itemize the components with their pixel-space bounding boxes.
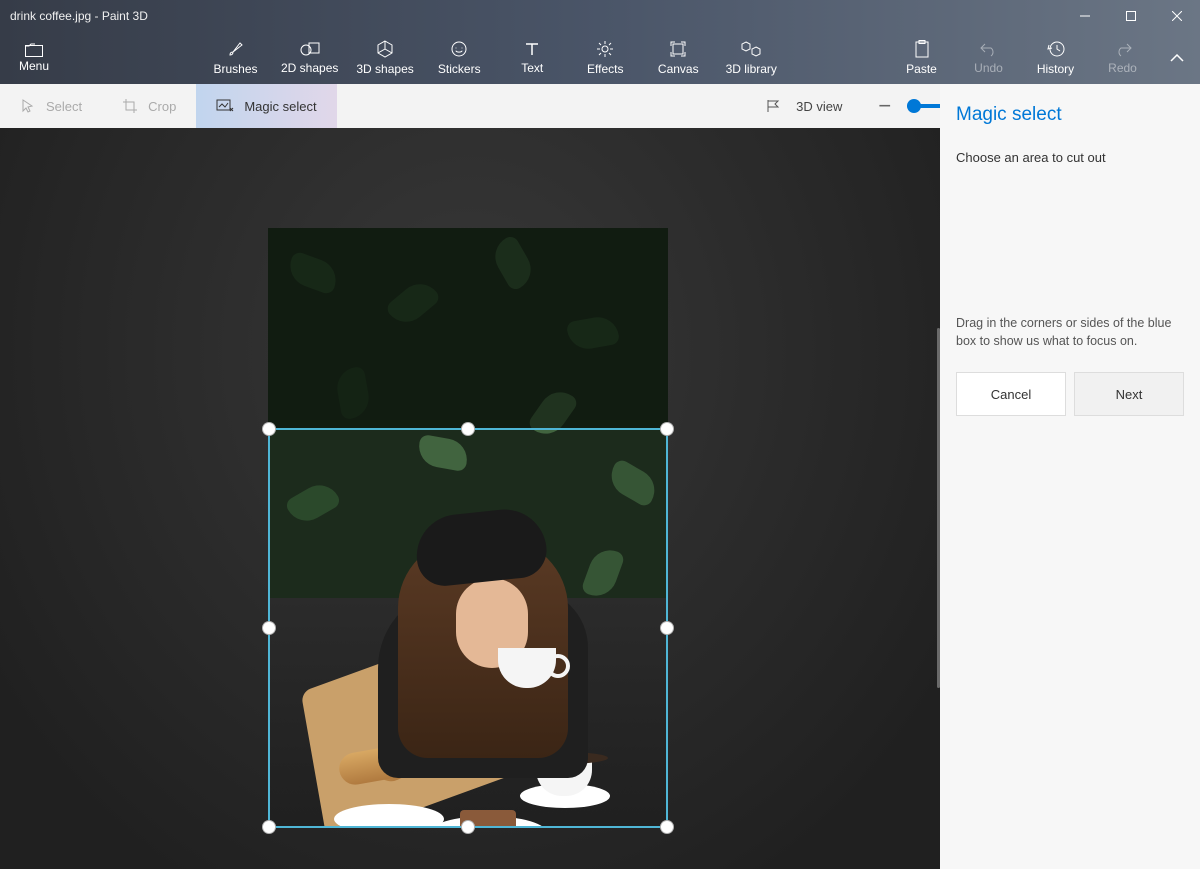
effects-icon: [596, 40, 614, 58]
panel-subtitle: Choose an area to cut out: [956, 150, 1184, 165]
select-label: Select: [46, 99, 82, 114]
paste-icon: [914, 40, 930, 58]
next-button[interactable]: Next: [1074, 372, 1184, 416]
workspace[interactable]: [0, 128, 940, 869]
maximize-button[interactable]: [1108, 0, 1154, 32]
text-label: Text: [521, 61, 543, 75]
resize-handle-top-center[interactable]: [461, 422, 475, 436]
library3d-tab[interactable]: 3D library: [724, 32, 779, 84]
redo-label: Redo: [1108, 61, 1137, 75]
panel-help-text: Drag in the corners or sides of the blue…: [956, 315, 1184, 350]
history-label: History: [1037, 62, 1074, 76]
canvas-tab[interactable]: Canvas: [651, 32, 706, 84]
brushes-tab[interactable]: Brushes: [208, 32, 263, 84]
zoom-out-button[interactable]: −: [878, 93, 891, 119]
cursor-icon: [20, 98, 36, 114]
ribbon-actions: Paste Undo History Redo: [894, 32, 1200, 84]
sticker-icon: [450, 40, 468, 58]
shapes2d-label: 2D shapes: [281, 61, 338, 75]
magic-select-icon: [216, 99, 234, 113]
stickers-label: Stickers: [438, 62, 481, 76]
resize-handle-top-left[interactable]: [262, 422, 276, 436]
window-controls: [1062, 0, 1200, 32]
shapes2d-icon: [300, 41, 320, 57]
folder-icon: [25, 43, 43, 57]
unselected-dim-overlay: [268, 228, 668, 428]
canvas-icon: [669, 40, 687, 58]
redo-icon: [1114, 41, 1132, 57]
library3d-label: 3D library: [726, 62, 777, 76]
undo-button[interactable]: Undo: [961, 32, 1016, 84]
ribbon-tools: Brushes 2D shapes 3D shapes Stickers Tex…: [208, 32, 894, 84]
chevron-up-icon: [1170, 54, 1184, 62]
text-tab[interactable]: Text: [505, 32, 560, 84]
undo-icon: [980, 41, 998, 57]
resize-handle-middle-right[interactable]: [660, 621, 674, 635]
menu-button[interactable]: Menu: [0, 32, 68, 84]
magic-select-label: Magic select: [244, 99, 316, 114]
3d-view-label: 3D view: [796, 99, 842, 114]
panel-actions: Cancel Next: [956, 372, 1184, 416]
menu-label: Menu: [19, 59, 49, 73]
shapes3d-label: 3D shapes: [356, 62, 413, 76]
crop-tool[interactable]: Crop: [102, 84, 196, 128]
close-button[interactable]: [1154, 0, 1200, 32]
effects-label: Effects: [587, 62, 623, 76]
ribbon: Menu Brushes 2D shapes 3D shapes Sticker…: [0, 32, 1200, 84]
resize-handle-bottom-left[interactable]: [262, 820, 276, 834]
resize-handle-bottom-right[interactable]: [660, 820, 674, 834]
redo-button[interactable]: Redo: [1095, 32, 1150, 84]
paste-button[interactable]: Paste: [894, 32, 949, 84]
history-button[interactable]: History: [1028, 32, 1083, 84]
3d-view-button[interactable]: 3D view: [748, 99, 860, 114]
crop-label: Crop: [148, 99, 176, 114]
window-title: drink coffee.jpg - Paint 3D: [0, 9, 148, 23]
brush-icon: [227, 40, 245, 58]
flag-icon: [766, 99, 784, 113]
library3d-icon: [741, 40, 761, 58]
cancel-button[interactable]: Cancel: [956, 372, 1066, 416]
magic-select-box[interactable]: [268, 428, 668, 828]
text-icon: [524, 41, 540, 57]
collapse-ribbon-button[interactable]: [1170, 49, 1184, 67]
cube-icon: [376, 40, 394, 58]
panel-title: Magic select: [956, 104, 1184, 126]
side-panel: Magic select Choose an area to cut out D…: [940, 84, 1200, 869]
select-tool[interactable]: Select: [0, 84, 102, 128]
title-bar: drink coffee.jpg - Paint 3D: [0, 0, 1200, 32]
zoom-slider-thumb[interactable]: [907, 99, 921, 113]
undo-label: Undo: [974, 61, 1003, 75]
stickers-tab[interactable]: Stickers: [432, 32, 487, 84]
effects-tab[interactable]: Effects: [578, 32, 633, 84]
shapes3d-tab[interactable]: 3D shapes: [356, 32, 413, 84]
brushes-label: Brushes: [213, 62, 257, 76]
magic-select-tool[interactable]: Magic select: [196, 84, 336, 128]
canvas-label: Canvas: [658, 62, 699, 76]
resize-handle-bottom-center[interactable]: [461, 820, 475, 834]
shapes2d-tab[interactable]: 2D shapes: [281, 32, 338, 84]
crop-icon: [122, 98, 138, 114]
minimize-button[interactable]: [1062, 0, 1108, 32]
resize-handle-top-right[interactable]: [660, 422, 674, 436]
resize-handle-middle-left[interactable]: [262, 621, 276, 635]
history-icon: [1047, 40, 1065, 58]
paste-label: Paste: [906, 62, 937, 76]
